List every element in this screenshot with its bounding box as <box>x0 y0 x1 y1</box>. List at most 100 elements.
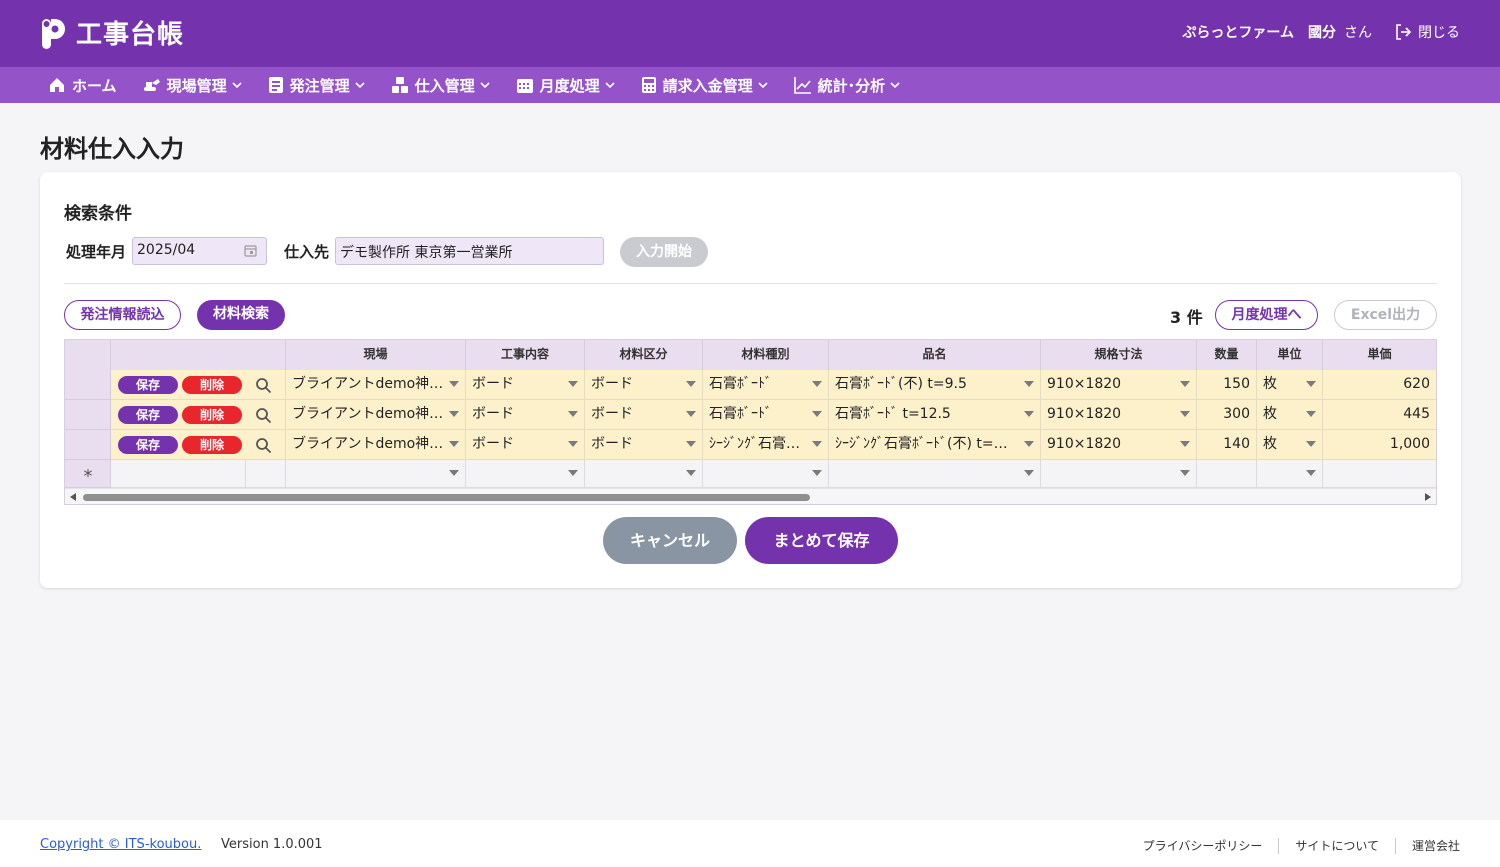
col-header-item[interactable]: 品名 <box>829 340 1041 370</box>
row-delete-button[interactable]: 削除 <box>182 376 242 394</box>
cell-unit[interactable]: 枚 <box>1257 430 1323 460</box>
nav-billing-management[interactable]: 請求入金管理 <box>641 75 768 96</box>
cell-item[interactable]: 石膏ﾎﾞｰﾄﾞ t=12.5 <box>829 400 1041 430</box>
cell-site[interactable]: ブライアントdemo神… <box>286 400 466 430</box>
excel-export-button[interactable]: Excel出力 <box>1334 300 1437 330</box>
scrollbar-thumb[interactable] <box>83 494 810 501</box>
new-row-marker: * <box>83 466 93 487</box>
privacy-policy-link[interactable]: プライバシーポリシー <box>1143 837 1263 854</box>
cell-qty[interactable]: 140 <box>1197 430 1257 460</box>
cell-price[interactable]: 1,000 <box>1323 430 1436 460</box>
cell-work[interactable]: ボード <box>466 430 585 460</box>
cell-item-text: ｼｰｼﾞﾝｸﾞ石膏ﾎﾞｰﾄﾞ(不) t=… <box>835 436 1008 452</box>
row-save-button[interactable]: 保存 <box>118 436 178 454</box>
about-site-link[interactable]: サイトについて <box>1295 837 1379 854</box>
start-input-button[interactable]: 入力開始 <box>620 237 708 267</box>
logout-button[interactable]: 閉じる <box>1394 22 1460 42</box>
cell-category[interactable]: ボード <box>585 430 703 460</box>
dropdown-arrow-icon <box>812 441 822 447</box>
scroll-right-icon[interactable] <box>1425 493 1431 501</box>
dropdown-arrow-icon <box>1180 470 1190 476</box>
cell-site[interactable]: ブライアントdemo神… <box>286 370 466 400</box>
cell-item[interactable]: ｼｰｼﾞﾝｸﾞ石膏ﾎﾞｰﾄﾞ(不) t=… <box>829 430 1041 460</box>
search-icon[interactable] <box>255 407 272 428</box>
new-cell-size[interactable] <box>1041 460 1197 488</box>
col-header-qty[interactable]: 数量 <box>1197 340 1257 370</box>
app-logo[interactable]: 工事台帳 <box>40 14 184 51</box>
row-save-button[interactable]: 保存 <box>118 376 178 394</box>
save-all-button[interactable]: まとめて保存 <box>745 517 898 564</box>
cell-price[interactable]: 620 <box>1323 370 1436 400</box>
new-cell-unit[interactable] <box>1257 460 1323 488</box>
row-header[interactable] <box>65 430 111 460</box>
nav-order-management[interactable]: 発注管理 <box>268 75 365 96</box>
calendar-picker-icon[interactable] <box>244 244 257 261</box>
cell-price[interactable]: 445 <box>1323 400 1436 430</box>
footer-separator <box>1394 837 1396 854</box>
cell-type-text: ｼｰｼﾞﾝｸﾞ石膏… <box>709 436 800 452</box>
material-search-button[interactable]: 材料検索 <box>197 300 285 330</box>
cell-item[interactable]: 石膏ﾎﾞｰﾄﾞ(不) t=9.5 <box>829 370 1041 400</box>
cell-unit[interactable]: 枚 <box>1257 400 1323 430</box>
nav-site-label: 現場管理 <box>166 76 227 95</box>
nav-site-management[interactable]: 現場管理 <box>143 75 242 96</box>
new-cell-price[interactable] <box>1323 460 1436 488</box>
scroll-left-icon[interactable] <box>70 493 76 501</box>
col-header-price[interactable]: 単価 <box>1323 340 1436 370</box>
cell-work[interactable]: ボード <box>466 370 585 400</box>
row-header[interactable] <box>65 370 111 400</box>
row-delete-button[interactable]: 削除 <box>182 436 242 454</box>
table-row-actions: 保存 削除 <box>111 400 286 430</box>
cell-qty[interactable]: 300 <box>1197 400 1257 430</box>
row-save-button[interactable]: 保存 <box>118 406 178 424</box>
cell-type[interactable]: 石膏ﾎﾞｰﾄﾞ <box>703 370 829 400</box>
load-order-button[interactable]: 発注情報読込 <box>64 300 181 330</box>
col-header-work[interactable]: 工事内容 <box>466 340 585 370</box>
chevron-down-icon <box>605 81 615 89</box>
new-cell-item[interactable] <box>829 460 1041 488</box>
new-cell-work[interactable] <box>466 460 585 488</box>
supplier-label: 仕入先 <box>284 243 330 261</box>
cell-unit-text: 枚 <box>1263 436 1277 452</box>
cell-type[interactable]: 石膏ﾎﾞｰﾄﾞ <box>703 400 829 430</box>
cell-unit[interactable]: 枚 <box>1257 370 1323 400</box>
logout-label: 閉じる <box>1418 25 1460 41</box>
col-header-category[interactable]: 材料区分 <box>585 340 703 370</box>
cell-size[interactable]: 910×1820 <box>1041 370 1197 400</box>
table-row-actions: 保存 削除 <box>111 430 286 460</box>
new-cell-site[interactable] <box>286 460 466 488</box>
company-link[interactable]: 運営会社 <box>1412 837 1460 854</box>
new-cell-actions <box>111 460 246 488</box>
new-row-header[interactable]: * <box>65 460 111 488</box>
monthly-processing-button[interactable]: 月度処理へ <box>1215 300 1318 330</box>
cell-category[interactable]: ボード <box>585 400 703 430</box>
cell-type[interactable]: ｼｰｼﾞﾝｸﾞ石膏… <box>703 430 829 460</box>
col-header-type[interactable]: 材料種別 <box>703 340 829 370</box>
new-cell-type[interactable] <box>703 460 829 488</box>
nav-monthly-processing[interactable]: 月度処理 <box>516 75 615 96</box>
row-delete-button[interactable]: 削除 <box>182 406 242 424</box>
cell-category[interactable]: ボード <box>585 370 703 400</box>
cell-size[interactable]: 910×1820 <box>1041 400 1197 430</box>
cancel-button[interactable]: キャンセル <box>603 517 737 564</box>
cell-size[interactable]: 910×1820 <box>1041 430 1197 460</box>
copyright-link[interactable]: Copyright © ITS-koubou. <box>40 837 201 852</box>
nav-purchase-management[interactable]: 仕入管理 <box>391 75 490 96</box>
chevron-down-icon <box>480 81 490 89</box>
cell-site[interactable]: ブライアントdemo神… <box>286 430 466 460</box>
new-cell-category[interactable] <box>585 460 703 488</box>
new-cell-qty[interactable] <box>1197 460 1257 488</box>
search-icon[interactable] <box>255 377 272 398</box>
supplier-input[interactable]: デモ製作所 東京第一営業所 <box>335 237 604 265</box>
col-header-size[interactable]: 規格寸法 <box>1041 340 1197 370</box>
cell-work[interactable]: ボード <box>466 400 585 430</box>
row-header[interactable] <box>65 400 111 430</box>
search-icon[interactable] <box>255 437 272 458</box>
nav-statistics[interactable]: 統計･分析 <box>793 75 901 96</box>
col-header-unit[interactable]: 単位 <box>1257 340 1323 370</box>
period-input[interactable]: 2025/04 <box>132 237 267 265</box>
col-header-site[interactable]: 現場 <box>286 340 466 370</box>
nav-home[interactable]: ホーム <box>48 75 117 96</box>
horizontal-scrollbar[interactable] <box>65 488 1436 504</box>
cell-qty[interactable]: 150 <box>1197 370 1257 400</box>
